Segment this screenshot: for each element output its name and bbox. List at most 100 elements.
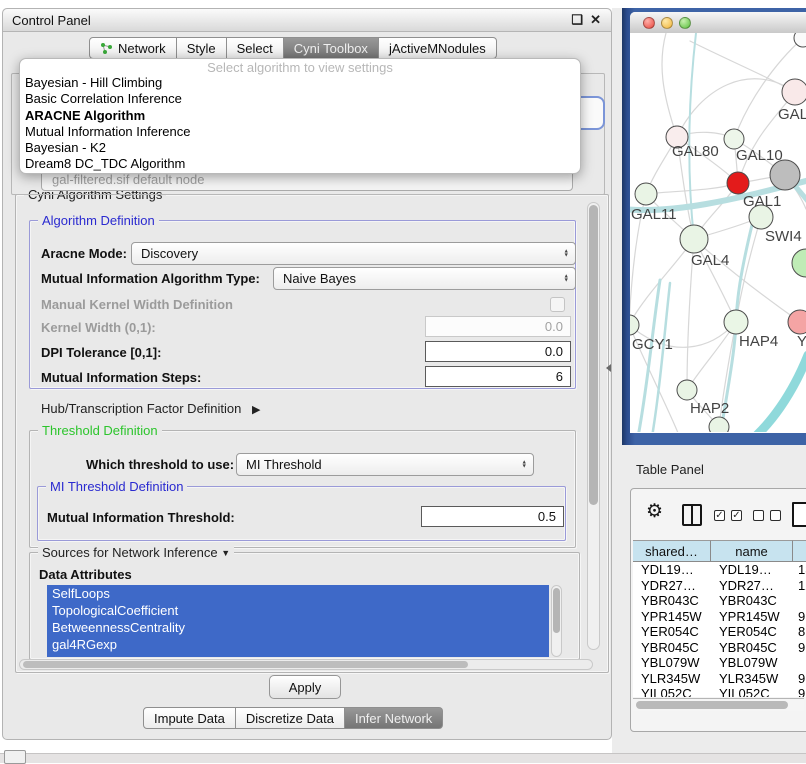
table-row[interactable]: YBR043CYBR043C	[633, 593, 806, 609]
tab-infer-network[interactable]: Infer Network	[345, 707, 443, 729]
table-row[interactable]: YER054CYER054C8.	[633, 624, 806, 640]
expand-arrow-icon: ▼	[221, 548, 230, 558]
table-horizontal-scrollbar-thumb[interactable]	[636, 701, 788, 709]
deselect-all-icon[interactable]	[770, 510, 781, 521]
select-all-icon[interactable]: ✓	[714, 510, 725, 521]
network-node-label: GAL11	[631, 206, 677, 223]
table-row[interactable]: YDL19…YDL19…13	[633, 562, 806, 578]
panel-splitter-handle[interactable]	[606, 364, 611, 372]
settings-vertical-scrollbar-thumb[interactable]	[589, 205, 598, 505]
table-row[interactable]: YBR045CYBR045C9.	[633, 640, 806, 656]
aracne-mode-label: Aracne Mode:	[41, 246, 127, 261]
attribute-list-item[interactable]: SelfLoops	[47, 585, 549, 602]
algorithm-option[interactable]: ARACNE Algorithm	[20, 108, 580, 124]
combo-arrows-icon: ▲▼	[522, 460, 527, 469]
network-node-Y[interactable]	[788, 310, 806, 334]
deselect-all-icon[interactable]	[753, 510, 764, 521]
tab-cyni-toolbox[interactable]: Cyni Toolbox	[284, 37, 379, 59]
table-cell: YBR045C	[633, 640, 711, 656]
table-row[interactable]: YPR145WYPR145W9.	[633, 609, 806, 625]
network-node-unlabeled[interactable]	[709, 417, 729, 432]
network-node-HAP4[interactable]	[724, 310, 748, 334]
float-window-icon[interactable]: ❑	[571, 12, 583, 28]
network-node-HAP2[interactable]	[677, 380, 697, 400]
tab-label: Impute Data	[154, 711, 225, 726]
network-node-unlabeled[interactable]	[770, 160, 800, 190]
minimize-traffic-light[interactable]	[661, 17, 673, 29]
network-node-label: GAL10	[736, 147, 783, 164]
table-column-header[interactable]: A	[793, 540, 806, 562]
tab-network[interactable]: Network	[89, 37, 177, 59]
attribute-list-item[interactable]: BetweennessCentrality	[47, 619, 549, 636]
table-row[interactable]: YBL079WYBL079W	[633, 655, 806, 671]
network-node-GAL10[interactable]	[724, 129, 744, 149]
which-threshold-combo[interactable]: MI Threshold ▲▼	[236, 453, 534, 476]
settings-horizontal-scrollbar[interactable]	[19, 659, 593, 670]
table-row[interactable]: YIL052CYIL052C9	[633, 686, 806, 697]
zoom-traffic-light[interactable]	[679, 17, 691, 29]
table-cell: YBR043C	[633, 593, 711, 609]
network-window-titlebar[interactable]	[630, 12, 806, 34]
network-node-GAL4[interactable]	[680, 225, 708, 253]
manual-kernel-width-checkbox[interactable]	[550, 297, 565, 312]
network-canvas[interactable]: GALGAL80GAL10GAL1GAL11SWI4GAL4GCY1HAP4YH…	[630, 33, 806, 432]
mi-threshold-definition-title: MI Threshold Definition	[46, 479, 187, 494]
table-row[interactable]: YLR345WYLR345W9.	[633, 671, 806, 687]
algorithm-dropdown-popup: Select algorithm to view settings Bayesi…	[19, 58, 581, 174]
network-node-unlabeled[interactable]	[792, 249, 806, 277]
mi-threshold-field[interactable]: 0.5	[421, 506, 564, 527]
table-horizontal-scrollbar[interactable]	[633, 698, 804, 711]
gear-icon[interactable]: ⚙	[646, 500, 663, 523]
algorithm-dropdown-prompt: Select algorithm to view settings	[20, 60, 580, 75]
column-layout-icon[interactable]	[682, 504, 702, 526]
settings-horizontal-scrollbar-thumb[interactable]	[23, 661, 468, 668]
settings-vertical-scrollbar[interactable]	[587, 202, 600, 650]
attribute-list-item[interactable]: TopologicalCoefficient	[47, 602, 549, 619]
tab-select[interactable]: Select	[227, 37, 284, 59]
network-node-SWI4[interactable]	[749, 205, 773, 229]
network-node-GAL[interactable]	[782, 79, 806, 105]
attributes-list-scrollbar[interactable]	[551, 585, 562, 657]
table-column-header[interactable]: shared…	[633, 540, 711, 562]
network-edge	[736, 217, 761, 322]
network-node-label: HAP2	[690, 400, 729, 417]
table-cell: 12	[793, 578, 806, 594]
algorithm-option[interactable]: Bayesian - Hill Climbing	[20, 75, 580, 91]
table-cell: 9.	[793, 609, 806, 625]
network-node-label: GAL80	[672, 143, 719, 160]
tab-discretize-data[interactable]: Discretize Data	[236, 707, 345, 729]
kernel-width-label: Kernel Width (0,1):	[41, 320, 156, 335]
sources-group-title[interactable]: Sources for Network Inference ▼	[38, 545, 234, 560]
mi-algorithm-type-combo[interactable]: Naive Bayes ▲▼	[273, 267, 576, 290]
algorithm-option[interactable]: Mutual Information Inference	[20, 124, 580, 140]
attributes-list-scrollbar-thumb[interactable]	[553, 588, 560, 633]
mi-steps-field[interactable]: 6	[425, 366, 571, 387]
table-cell: YLR345W	[711, 671, 793, 687]
kernel-width-field[interactable]: 0.0	[425, 316, 571, 337]
dpi-tolerance-field[interactable]: 0.0	[425, 341, 571, 362]
table-row[interactable]: YDR27…YDR27…12	[633, 578, 806, 594]
network-node-label: GCY1	[632, 336, 673, 353]
tab-impute-data[interactable]: Impute Data	[143, 707, 236, 729]
algorithm-definition-title: Algorithm Definition	[38, 213, 159, 228]
algorithm-option-list: Bayesian - Hill ClimbingBasic Correlatio…	[20, 75, 580, 173]
algorithm-option[interactable]: Dream8 DC_TDC Algorithm	[20, 156, 580, 172]
table-cell: YLR345W	[633, 671, 711, 687]
hub-transcription-factor-section[interactable]: Hub/Transcription Factor Definition ▶	[41, 401, 260, 416]
table-column-header[interactable]: name	[711, 540, 793, 562]
attribute-list-item[interactable]: gal4RGexp	[47, 636, 549, 653]
document-icon[interactable]	[792, 502, 806, 527]
tab-style[interactable]: Style	[177, 37, 227, 59]
network-node-GAL11[interactable]	[635, 183, 657, 205]
close-traffic-light[interactable]	[643, 17, 655, 29]
table-cell: YDR27…	[711, 578, 793, 594]
algorithm-option[interactable]: Basic Correlation Inference	[20, 91, 580, 107]
network-node-GAL1[interactable]	[727, 172, 749, 194]
network-node-label: GAL	[778, 106, 806, 123]
close-icon[interactable]: ✕	[590, 12, 601, 28]
select-all-icon[interactable]: ✓	[731, 510, 742, 521]
apply-button[interactable]: Apply	[269, 675, 341, 699]
tab-jactivemnodules[interactable]: jActiveMNodules	[379, 37, 497, 59]
aracne-mode-combo[interactable]: Discovery ▲▼	[131, 242, 576, 265]
algorithm-option[interactable]: Bayesian - K2	[20, 140, 580, 156]
